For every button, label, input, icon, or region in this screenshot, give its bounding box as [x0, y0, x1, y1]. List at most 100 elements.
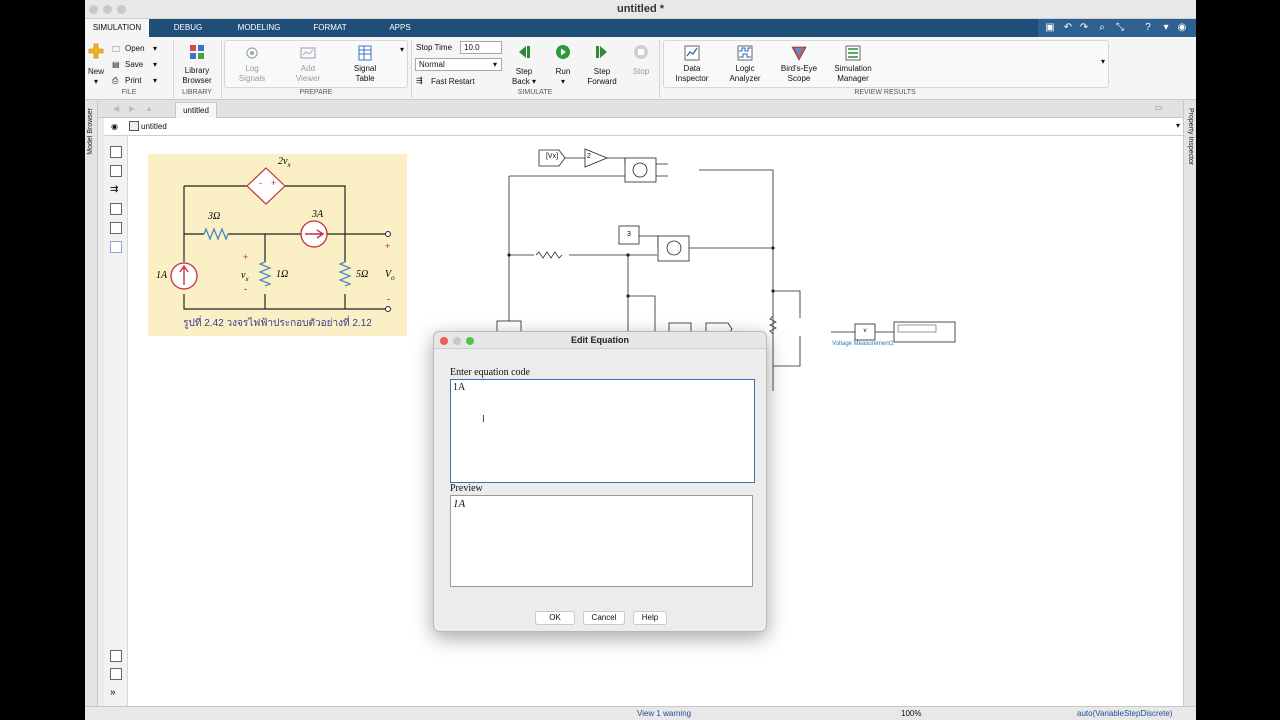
log-label-2: Signals [238, 74, 266, 83]
constant-block[interactable]: 3 [619, 231, 639, 238]
tab-modeling[interactable]: MODELING [225, 19, 293, 37]
simulation-mode-select[interactable]: Normal ▾ [415, 58, 502, 71]
add-viewer-button[interactable]: Add Viewer [286, 64, 330, 84]
property-inspector-tab[interactable]: Property Inspector [1187, 108, 1194, 165]
screenshot-icon[interactable] [110, 650, 122, 662]
explorer-bar-icon[interactable]: ▭ [1155, 103, 1163, 112]
step-back-button[interactable]: Step Back ▾ [505, 67, 543, 87]
logic-analyzer-button[interactable]: Logic Analyzer [721, 64, 769, 84]
print-button[interactable]: Print [125, 76, 141, 85]
data-inspector-button[interactable]: Data Inspector [668, 64, 716, 84]
simulation-manager-button[interactable]: Simulation Manager [827, 64, 879, 84]
vo-label: Vo [385, 269, 395, 282]
voltage-measurement-label[interactable]: Voltage Measurement1 [832, 341, 894, 347]
model-explorer-icon[interactable] [110, 668, 122, 680]
print-dropdown-icon[interactable]: ▾ [153, 76, 157, 85]
review-gallery-expand-icon[interactable]: ▾ [1098, 57, 1108, 67]
file-section-label: FILE [121, 89, 137, 96]
gain-block[interactable]: 2 [587, 153, 591, 160]
area-icon[interactable] [110, 241, 122, 253]
title-bar: untitled * [85, 0, 1196, 19]
tab-format[interactable]: FORMAT [301, 19, 359, 37]
ribbon: New ▾ 🗀 Open ▾ ▤ Save ▾ ⎙ Print ▾ FILE L… [85, 37, 1196, 100]
dialog-zoom-button[interactable] [466, 337, 474, 345]
open-button[interactable]: Open [125, 44, 145, 53]
library-browser-button[interactable]: Library Browser [177, 66, 217, 86]
help-icon[interactable]: ? [1142, 22, 1154, 34]
step-forward-icon [596, 46, 607, 58]
tab-debug[interactable]: DEBUG [159, 19, 217, 37]
zoom-status[interactable]: 100% [901, 709, 921, 718]
annotation-icon[interactable] [110, 203, 122, 215]
warning-status[interactable]: View 1 warning [637, 709, 691, 718]
run-icon [556, 45, 570, 59]
solver-status[interactable]: auto(VariableStepDiscrete) [1077, 709, 1172, 718]
breadcrumb-dropdown-icon[interactable]: ▾ [1176, 121, 1180, 130]
save-button[interactable]: Save [125, 60, 143, 69]
fit-to-view-icon[interactable] [110, 165, 122, 177]
open-dropdown-icon[interactable]: ▾ [153, 44, 157, 53]
nav-back-icon[interactable]: ◀ [113, 104, 119, 113]
log-signals-button[interactable]: Log Signals [230, 64, 274, 84]
circuit-figure-image[interactable]: - + 2vx 3Ω 3A 1A + vx - 1Ω 5Ω + Vo - รูป… [148, 154, 407, 336]
voltage-measurement-block[interactable]: v [855, 328, 875, 334]
breadcrumb-untitled[interactable]: untitled [141, 122, 167, 131]
expand-palette-icon[interactable]: » [110, 687, 122, 699]
cancel-button[interactable]: Cancel [583, 611, 625, 625]
stop-time-input[interactable]: 10.0 [460, 41, 502, 54]
arrow-icon[interactable]: ⇉ [110, 184, 122, 196]
dep-source-minus: - [259, 178, 262, 188]
dialog-minimize-button[interactable] [453, 337, 461, 345]
collapse-icon[interactable]: ⤡ [1114, 22, 1126, 34]
help-dropdown-icon[interactable]: ▾ [1160, 22, 1172, 34]
ok-button[interactable]: OK [535, 611, 575, 625]
new-button[interactable]: New [85, 67, 107, 77]
zoom-icon[interactable] [110, 146, 122, 158]
logic-analyzer-icon [737, 45, 753, 61]
dialog-close-button[interactable] [440, 337, 448, 345]
search-icon[interactable]: ⌕ [1096, 22, 1108, 34]
signal-table-icon [358, 45, 372, 61]
tab-untitled[interactable]: untitled [175, 102, 217, 118]
simulation-mode-value: Normal [419, 60, 445, 69]
vx-minus: - [244, 284, 247, 294]
undo-icon[interactable]: ↶ [1062, 22, 1074, 34]
redo-icon[interactable]: ↷ [1078, 22, 1090, 34]
vo-subscript: o [391, 274, 395, 282]
save-quick-icon[interactable]: ▣ [1044, 22, 1056, 34]
image-icon[interactable] [110, 222, 122, 234]
nav-up-icon[interactable]: ▲ [145, 104, 153, 113]
settings-icon[interactable]: ◉ [1176, 22, 1188, 34]
tab-simulation[interactable]: SIMULATION [85, 19, 149, 37]
stop-button[interactable]: Stop [625, 67, 657, 77]
data-label-2: Inspector [675, 74, 709, 83]
equation-code-input[interactable]: 1A [450, 379, 755, 483]
run-button[interactable]: Run ▾ [547, 67, 579, 87]
model-browser-tab[interactable]: Model Browser [87, 108, 94, 155]
status-bar: View 1 warning 100% auto(VariableStepDis… [85, 706, 1196, 720]
hide-explorer-icon[interactable]: ◉ [111, 122, 118, 131]
prepare-gallery-expand-icon[interactable]: ▾ [398, 45, 406, 55]
tab-apps[interactable]: APPS [375, 19, 425, 37]
nav-forward-icon[interactable]: ▶ [129, 104, 135, 113]
fast-restart-icon[interactable]: ⇶ [416, 76, 423, 85]
vx-label: vx [241, 270, 249, 283]
fast-restart-button[interactable]: Fast Restart [431, 77, 475, 86]
review-section-label: REVIEW RESULTS [854, 89, 916, 96]
stop-icon [634, 45, 648, 59]
r1-label: 3Ω [208, 211, 221, 222]
cs2-label: 3A [312, 209, 324, 220]
model-browser-strip: Model Browser [85, 100, 98, 706]
signal-table-button[interactable]: Signal Table [343, 64, 387, 84]
save-dropdown-icon[interactable]: ▾ [153, 60, 157, 69]
edit-equation-dialog: Edit Equation Enter equation code 1A I P… [433, 331, 767, 632]
step-forward-button[interactable]: Step Forward [581, 67, 623, 87]
library-section-label: LIBRARY [182, 89, 212, 96]
library-browser-icon [190, 45, 204, 59]
step-back-label-1: Step [515, 67, 533, 76]
new-dropdown-icon[interactable]: ▾ [91, 77, 101, 87]
goto-tag-block[interactable]: [Vx] [540, 153, 564, 160]
help-button[interactable]: Help [633, 611, 667, 625]
birds-eye-scope-button[interactable]: Bird's-Eye Scope [773, 64, 825, 84]
canvas-palette: ⇉ » [104, 136, 128, 706]
